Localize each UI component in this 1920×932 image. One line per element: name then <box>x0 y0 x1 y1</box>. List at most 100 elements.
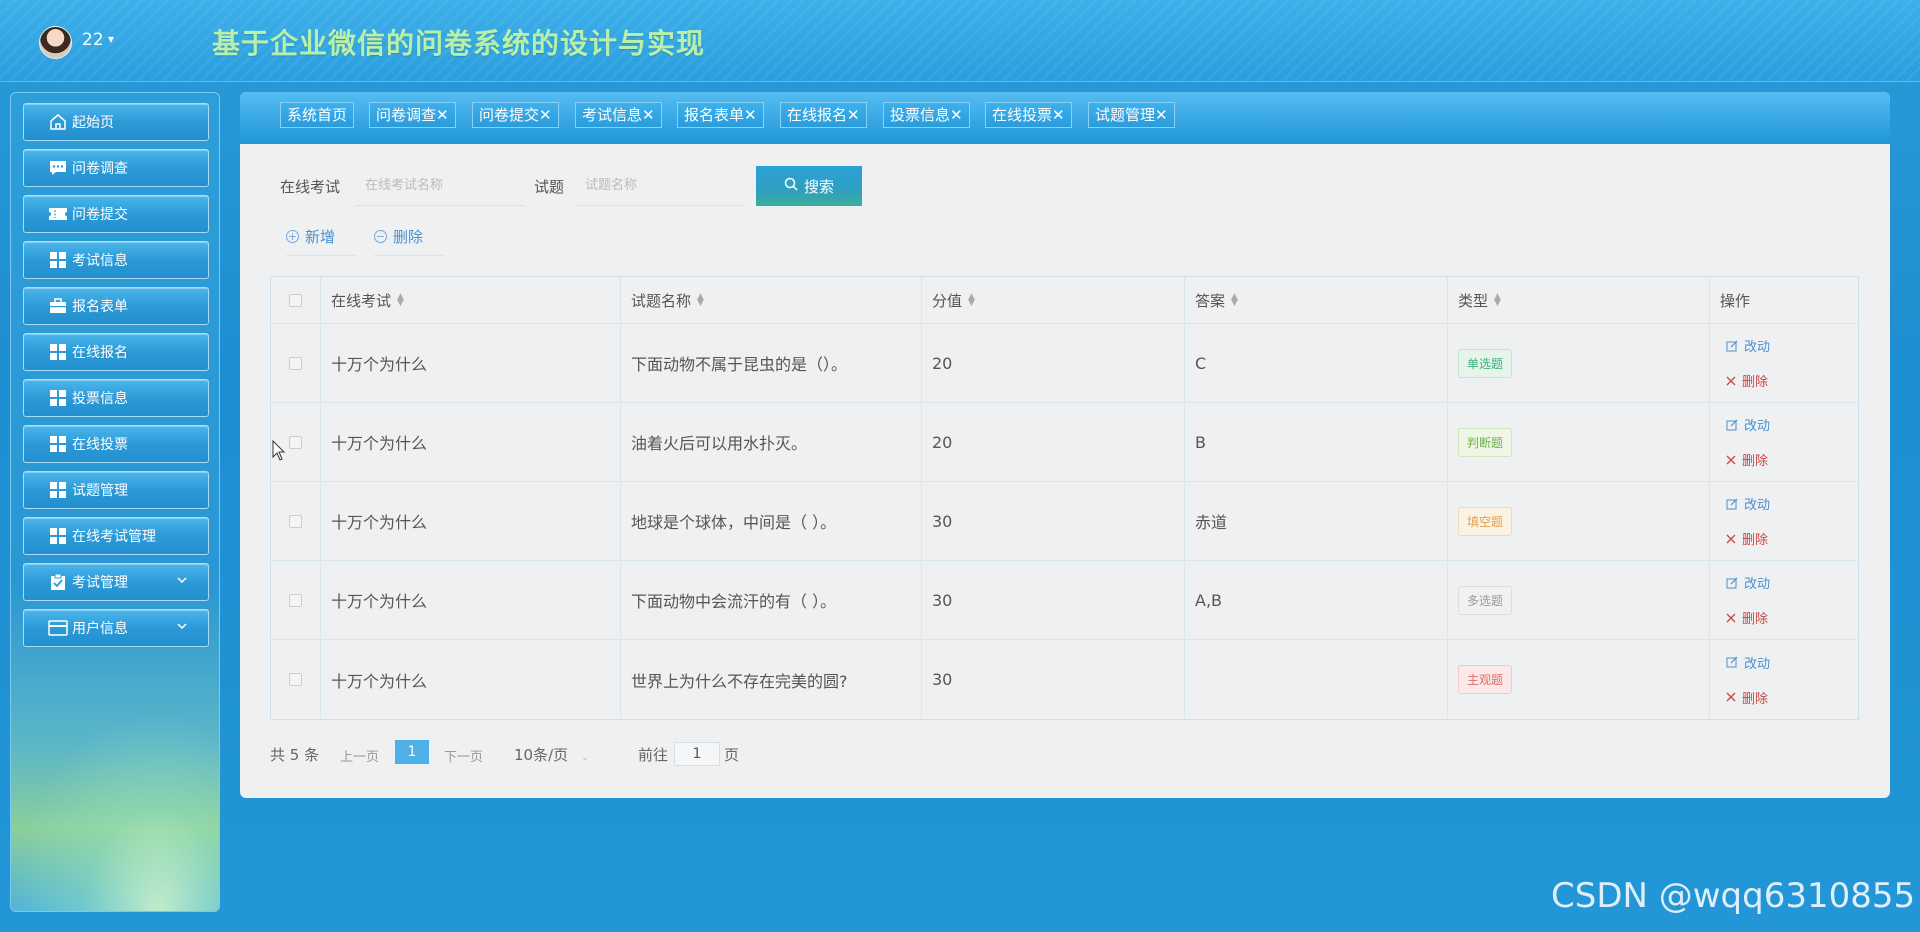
delete-button[interactable]: − 删除 <box>374 218 444 256</box>
card-icon <box>48 618 68 638</box>
sidebar-item-label: 报名表单 <box>72 299 128 315</box>
row-checkbox[interactable] <box>289 514 302 528</box>
add-button[interactable]: + 新增 <box>286 218 356 256</box>
sidebar-item-online-exam-management[interactable]: 在线考试管理 <box>23 517 209 555</box>
user-menu-caret-icon[interactable]: ▾ <box>108 32 114 46</box>
delete-label: 删除 <box>1742 375 1769 390</box>
sidebar-item-signup-form[interactable]: 报名表单 <box>23 287 209 325</box>
sidebar-item-label: 在线投票 <box>72 437 128 453</box>
column-label: 试题名称 <box>631 291 692 310</box>
row-select-cell <box>271 640 321 719</box>
tab-survey[interactable]: 问卷调查✕ <box>369 102 456 128</box>
column-label: 答案 <box>1195 291 1226 310</box>
edit-button[interactable]: 改动 <box>1726 653 1770 672</box>
edit-button[interactable]: 改动 <box>1726 415 1770 434</box>
table-header-row: 在线考试 ▲ ▼ 试题名称 ▲ ▼ 分值 ▲ ▼ 答案 ▲ ▼ 类型 ▲ ▼ 操作 <box>271 277 1858 324</box>
sort-icon: ▲ ▼ <box>968 292 975 308</box>
tab-survey-submit[interactable]: 问卷提交✕ <box>472 102 559 128</box>
delete-row-button[interactable]: 删除 <box>1726 608 1768 627</box>
grid-icon <box>48 480 68 500</box>
chevron-down-icon <box>176 620 188 635</box>
user-name[interactable]: 22 <box>82 30 104 50</box>
type-badge: 填空题 <box>1458 506 1513 536</box>
exam-cell: 十万个为什么 <box>321 561 621 639</box>
question-cell: 世界上为什么不存在完美的圆? <box>621 640 922 719</box>
delete-row-button[interactable]: 删除 <box>1726 688 1768 707</box>
table-row: 十万个为什么 下面动物不属于昆虫的是（）。 20 C 单选题 改动 删除 <box>271 324 1858 403</box>
goto-page-input[interactable]: 1 <box>674 742 720 766</box>
row-checkbox[interactable] <box>289 673 302 686</box>
tab-online-vote[interactable]: 在线投票✕ <box>985 102 1072 128</box>
column-header-score[interactable]: 分值 ▲ ▼ <box>922 277 1185 323</box>
row-checkbox[interactable] <box>289 435 302 449</box>
tab-question-management[interactable]: 试题管理✕ <box>1088 102 1175 128</box>
sidebar-item-user-info[interactable]: 用户信息 <box>23 609 209 647</box>
question-cell: 下面动物不属于昆虫的是（）。 <box>621 324 922 402</box>
grid-icon <box>48 434 68 454</box>
column-header-answer[interactable]: 答案 ▲ ▼ <box>1185 277 1448 323</box>
row-checkbox[interactable] <box>289 593 302 607</box>
sidebar: 起始页 问卷调查 问卷提交 考试信息 报名表单 在线报名 投票信息 在线投票 试… <box>10 92 220 912</box>
edit-button[interactable]: 改动 <box>1726 336 1770 355</box>
edit-button[interactable]: 改动 <box>1726 494 1770 513</box>
sidebar-item-label: 问卷调查 <box>72 161 128 177</box>
search-button[interactable]: 搜索 <box>756 166 862 206</box>
chat-icon <box>48 158 68 178</box>
tab-online-signup[interactable]: 在线报名✕ <box>780 102 867 128</box>
tab-exam-info[interactable]: 考试信息✕ <box>575 102 662 128</box>
grid-icon <box>48 342 68 362</box>
sidebar-item-vote-info[interactable]: 投票信息 <box>23 379 209 417</box>
table-body: 十万个为什么 下面动物不属于昆虫的是（）。 20 C 单选题 改动 删除 十万个为什么 油着火后… <box>271 324 1858 719</box>
tab-vote-info[interactable]: 投票信息✕ <box>883 102 970 128</box>
sidebar-item-survey-submit[interactable]: 问卷提交 <box>23 195 209 233</box>
column-header-exam[interactable]: 在线考试 ▲ ▼ <box>321 277 621 323</box>
answer-cell: A,B <box>1185 561 1448 639</box>
column-header-type[interactable]: 类型 ▲ ▼ <box>1448 277 1710 323</box>
exam-cell: 十万个为什么 <box>321 482 621 560</box>
delete-row-button[interactable]: 删除 <box>1726 529 1768 548</box>
close-icon <box>1726 455 1736 464</box>
row-select-cell <box>271 324 321 402</box>
delete-row-button[interactable]: 删除 <box>1726 450 1768 469</box>
sidebar-item-question-management[interactable]: 试题管理 <box>23 471 209 509</box>
delete-label: 删除 <box>1742 454 1769 469</box>
edit-icon <box>1726 577 1738 588</box>
question-search-input[interactable]: 试题名称 <box>575 166 745 206</box>
sidebar-item-survey[interactable]: 问卷调查 <box>23 149 209 187</box>
prev-page-button[interactable]: 上一页 <box>340 746 379 765</box>
edit-button[interactable]: 改动 <box>1726 573 1770 592</box>
next-page-button[interactable]: 下一页 <box>444 746 483 765</box>
add-button-label: 新增 <box>305 228 336 246</box>
row-select-cell <box>271 482 321 560</box>
column-label: 在线考试 <box>331 291 392 310</box>
sort-icon: ▲ ▼ <box>1494 292 1501 308</box>
question-cell: 地球是个球体，中间是（ ）。 <box>621 482 922 560</box>
sidebar-item-home[interactable]: 起始页 <box>23 103 209 141</box>
sidebar-item-online-vote[interactable]: 在线投票 <box>23 425 209 463</box>
page-size-select[interactable]: 10条/页 ⌄ <box>514 744 589 765</box>
type-badge: 主观题 <box>1458 665 1513 694</box>
current-page[interactable]: 1 <box>395 740 429 764</box>
column-header-question[interactable]: 试题名称 ▲ ▼ <box>621 277 922 323</box>
sort-icon: ▲ ▼ <box>397 292 404 308</box>
row-checkbox[interactable] <box>289 356 302 370</box>
question-search-label: 试题 <box>534 178 565 196</box>
exam-search-input[interactable]: 在线考试名称 <box>355 166 525 206</box>
close-icon <box>1726 613 1736 622</box>
sidebar-item-online-signup[interactable]: 在线报名 <box>23 333 209 371</box>
sidebar-item-label: 问卷提交 <box>72 207 128 223</box>
sidebar-item-exam-management[interactable]: 考试管理 <box>23 563 209 601</box>
tab-signup-form[interactable]: 报名表单✕ <box>677 102 764 128</box>
tab-home[interactable]: 系统首页 <box>280 102 355 128</box>
clipboard-icon <box>48 572 68 592</box>
score-cell: 20 <box>922 403 1185 481</box>
select-all-checkbox[interactable] <box>289 293 302 307</box>
answer-cell: 赤道 <box>1185 482 1448 560</box>
answer-cell <box>1185 640 1448 719</box>
sidebar-item-label: 在线报名 <box>72 345 128 361</box>
sidebar-item-exam-info[interactable]: 考试信息 <box>23 241 209 279</box>
delete-row-button[interactable]: 删除 <box>1726 371 1768 390</box>
search-button-label: 搜索 <box>803 177 834 196</box>
user-avatar[interactable] <box>39 26 72 59</box>
goto-label: 前往 <box>638 746 669 764</box>
